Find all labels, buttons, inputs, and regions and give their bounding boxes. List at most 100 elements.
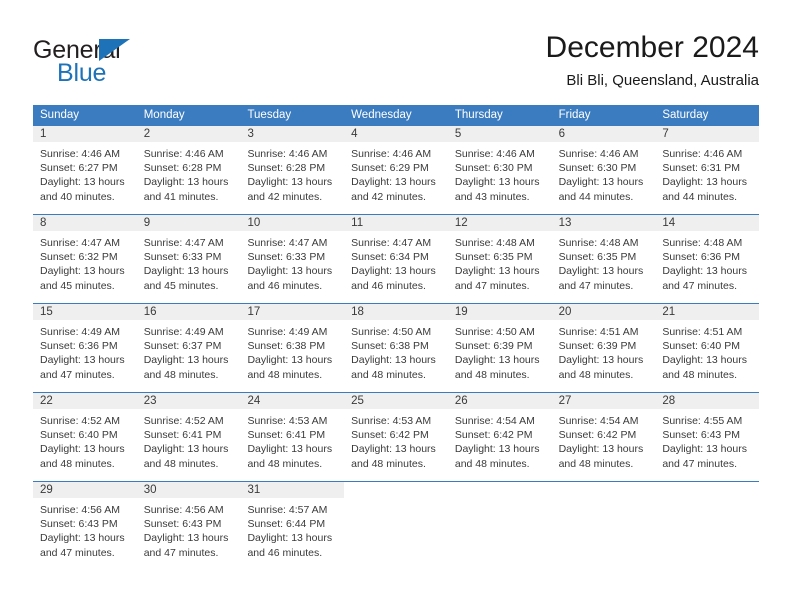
daylight-text-line1: Daylight: 13 hours — [247, 443, 333, 456]
day-number: 1 — [40, 128, 47, 140]
calendar-day-cell[interactable]: 17 Sunrise: 4:49 AM Sunset: 6:38 PM Dayligh… — [240, 304, 345, 392]
calendar-cell-empty — [344, 482, 448, 570]
daylight-text-line2: and 42 minutes. — [247, 190, 323, 203]
calendar-day-cell[interactable]: 9 Sunrise: 4:47 AM Sunset: 6:33 PM Daylight… — [136, 215, 241, 303]
sunset-text: Sunset: 6:41 PM — [247, 429, 326, 442]
day-number-band: 20 — [551, 304, 656, 321]
weekday-header-row: Sunday Monday Tuesday Wednesday Thursday… — [33, 105, 759, 126]
calendar-day-cell[interactable]: 7 Sunrise: 4:46 AM Sunset: 6:31 PM Daylight… — [655, 126, 760, 214]
day-number: 20 — [558, 306, 572, 318]
calendar-day-cell[interactable]: 28 Sunrise: 4:55 AM Sunset: 6:43 PM Dayligh… — [655, 393, 760, 481]
daylight-text-line1: Daylight: 13 hours — [454, 265, 540, 278]
day-number: 11 — [351, 217, 364, 229]
day-number-band: 18 — [344, 304, 448, 321]
sunset-text: Sunset: 6:30 PM — [558, 162, 637, 175]
sunset-text: Sunset: 6:40 PM — [40, 429, 118, 442]
sunrise-text: Sunrise: 4:49 AM — [247, 326, 328, 338]
logo-text-blue: Blue — [57, 59, 107, 87]
calendar-day-cell[interactable]: 16 Sunrise: 4:49 AM Sunset: 6:37 PM Dayligh… — [136, 304, 241, 392]
calendar-day-cell[interactable]: 20 Sunrise: 4:51 AM Sunset: 6:39 PM Dayligh… — [551, 304, 656, 392]
day-details: Sunrise: 4:49 AM Sunset: 6:36 PM Daylight:… — [33, 321, 137, 382]
calendar-day-cell[interactable]: 18 Sunrise: 4:50 AM Sunset: 6:38 PM Dayligh… — [344, 304, 448, 392]
day-details: Sunrise: 4:56 AM Sunset: 6:43 PM Daylight:… — [137, 499, 241, 560]
calendar-day-cell[interactable]: 31 Sunrise: 4:57 AM Sunset: 6:44 PM Dayligh… — [240, 482, 345, 570]
day-details: Sunrise: 4:53 AM Sunset: 6:42 PM Daylight:… — [344, 410, 448, 471]
calendar-day-cell[interactable]: 6 Sunrise: 4:46 AM Sunset: 6:30 PM Daylight… — [551, 126, 656, 214]
daylight-text-line1: Daylight: 13 hours — [40, 443, 125, 456]
sunrise-text: Sunrise: 4:51 AM — [662, 326, 743, 338]
calendar-day-cell[interactable]: 24 Sunrise: 4:53 AM Sunset: 6:41 PM Dayligh… — [240, 393, 345, 481]
calendar-day-cell[interactable]: 29 Sunrise: 4:56 AM Sunset: 6:43 PM Dayligh… — [33, 482, 137, 570]
day-number-band: 8 — [33, 215, 137, 232]
day-details: Sunrise: 4:46 AM Sunset: 6:29 PM Daylight:… — [344, 143, 448, 204]
calendar-day-cell[interactable]: 2 Sunrise: 4:46 AM Sunset: 6:28 PM Daylight… — [136, 126, 241, 214]
calendar-page: General Blue December 2024 Bli Bli, Quee… — [0, 0, 792, 612]
day-details: Sunrise: 4:50 AM Sunset: 6:38 PM Daylight:… — [344, 321, 448, 382]
day-number: 21 — [662, 306, 676, 318]
day-number-band: 2 — [136, 126, 241, 143]
calendar-day-cell[interactable]: 26 Sunrise: 4:54 AM Sunset: 6:42 PM Dayligh… — [447, 393, 552, 481]
calendar-day-cell[interactable]: 23 Sunrise: 4:52 AM Sunset: 6:41 PM Dayligh… — [136, 393, 241, 481]
calendar-day-cell[interactable]: 8 Sunrise: 4:47 AM Sunset: 6:32 PM Daylight… — [33, 215, 137, 303]
sunset-text: Sunset: 6:42 PM — [558, 429, 637, 442]
calendar-day-cell[interactable]: 19 Sunrise: 4:50 AM Sunset: 6:39 PM Dayligh… — [447, 304, 552, 392]
sunset-text: Sunset: 6:32 PM — [40, 251, 118, 264]
day-number: 6 — [558, 128, 565, 140]
day-details: Sunrise: 4:46 AM Sunset: 6:31 PM Daylight:… — [655, 143, 759, 204]
calendar-day-cell[interactable]: 15 Sunrise: 4:49 AM Sunset: 6:36 PM Dayligh… — [33, 304, 137, 392]
day-details: Sunrise: 4:55 AM Sunset: 6:43 PM Daylight:… — [655, 410, 759, 471]
sunrise-text: Sunrise: 4:53 AM — [247, 415, 328, 427]
daylight-text-line2: and 48 minutes. — [351, 457, 426, 470]
calendar-day-cell[interactable]: 13 Sunrise: 4:48 AM Sunset: 6:35 PM Dayligh… — [551, 215, 656, 303]
daylight-text-line1: Daylight: 13 hours — [40, 354, 125, 367]
daylight-text-line1: Daylight: 13 hours — [558, 176, 644, 189]
general-blue-logo[interactable]: General Blue — [33, 36, 253, 94]
calendar-day-cell[interactable]: 11 Sunrise: 4:47 AM Sunset: 6:34 PM Dayligh… — [344, 215, 448, 303]
calendar-day-cell[interactable]: 27 Sunrise: 4:54 AM Sunset: 6:42 PM Dayligh… — [551, 393, 656, 481]
weekday-header-monday: Monday — [143, 109, 185, 121]
day-number-band — [655, 482, 759, 499]
day-details: Sunrise: 4:57 AM Sunset: 6:44 PM Daylight:… — [240, 499, 344, 560]
day-number: 18 — [351, 306, 364, 318]
daylight-text-line2: and 48 minutes. — [247, 457, 323, 470]
daylight-text-line2: and 46 minutes. — [247, 546, 323, 559]
day-number-band: 19 — [447, 304, 552, 321]
day-number-band: 16 — [136, 304, 241, 321]
weekday-header-sunday: Sunday — [40, 109, 80, 121]
calendar-day-cell[interactable]: 3 Sunrise: 4:46 AM Sunset: 6:28 PM Daylight… — [240, 126, 345, 214]
calendar-day-cell[interactable]: 22 Sunrise: 4:52 AM Sunset: 6:40 PM Dayligh… — [33, 393, 137, 481]
day-details: Sunrise: 4:46 AM Sunset: 6:30 PM Daylight:… — [448, 143, 552, 204]
day-details: Sunrise: 4:47 AM Sunset: 6:32 PM Daylight:… — [33, 232, 137, 293]
daylight-text-line1: Daylight: 13 hours — [247, 265, 333, 278]
day-details: Sunrise: 4:54 AM Sunset: 6:42 PM Daylight:… — [448, 410, 552, 471]
day-details: Sunrise: 4:48 AM Sunset: 6:35 PM Daylight:… — [552, 232, 656, 293]
calendar-day-cell[interactable]: 4 Sunrise: 4:46 AM Sunset: 6:29 PM Daylight… — [344, 126, 448, 214]
calendar-day-cell[interactable]: 25 Sunrise: 4:53 AM Sunset: 6:42 PM Dayligh… — [344, 393, 448, 481]
daylight-text-line2: and 47 minutes. — [40, 546, 115, 559]
calendar-day-cell[interactable]: 10 Sunrise: 4:47 AM Sunset: 6:33 PM Dayligh… — [240, 215, 345, 303]
day-details: Sunrise: 4:47 AM Sunset: 6:34 PM Daylight:… — [344, 232, 448, 293]
weekday-header-tuesday: Tuesday — [247, 109, 292, 121]
calendar-day-cell[interactable]: 14 Sunrise: 4:48 AM Sunset: 6:36 PM Dayligh… — [655, 215, 760, 303]
day-number: 14 — [662, 217, 676, 229]
daylight-text-line2: and 47 minutes. — [143, 546, 219, 559]
daylight-text-line1: Daylight: 13 hours — [558, 354, 644, 367]
sunset-text: Sunset: 6:44 PM — [247, 518, 326, 531]
calendar-day-cell[interactable]: 12 Sunrise: 4:48 AM Sunset: 6:35 PM Dayligh… — [447, 215, 552, 303]
day-details: Sunrise: 4:53 AM Sunset: 6:41 PM Daylight:… — [240, 410, 344, 471]
sunrise-text: Sunrise: 4:46 AM — [558, 148, 639, 160]
calendar-day-cell[interactable]: 5 Sunrise: 4:46 AM Sunset: 6:30 PM Daylight… — [447, 126, 552, 214]
sunrise-text: Sunrise: 4:56 AM — [143, 504, 224, 516]
page-header: General Blue December 2024 Bli Bli, Quee… — [33, 30, 759, 98]
calendar-week-row: 8 Sunrise: 4:47 AM Sunset: 6:32 PM Daylight… — [33, 214, 760, 303]
daylight-text-line1: Daylight: 13 hours — [662, 443, 747, 456]
calendar-day-cell[interactable]: 30 Sunrise: 4:56 AM Sunset: 6:43 PM Dayligh… — [136, 482, 241, 570]
daylight-text-line1: Daylight: 13 hours — [558, 265, 644, 278]
day-number-band: 12 — [447, 215, 552, 232]
day-details: Sunrise: 4:48 AM Sunset: 6:35 PM Daylight:… — [448, 232, 552, 293]
daylight-text-line2: and 40 minutes. — [40, 190, 115, 203]
calendar-day-cell[interactable]: 21 Sunrise: 4:51 AM Sunset: 6:40 PM Dayligh… — [655, 304, 760, 392]
day-number-band: 15 — [33, 304, 137, 321]
sunset-text: Sunset: 6:30 PM — [454, 162, 533, 175]
calendar-day-cell[interactable]: 1 Sunrise: 4:46 AM Sunset: 6:27 PM Daylight… — [33, 126, 137, 214]
